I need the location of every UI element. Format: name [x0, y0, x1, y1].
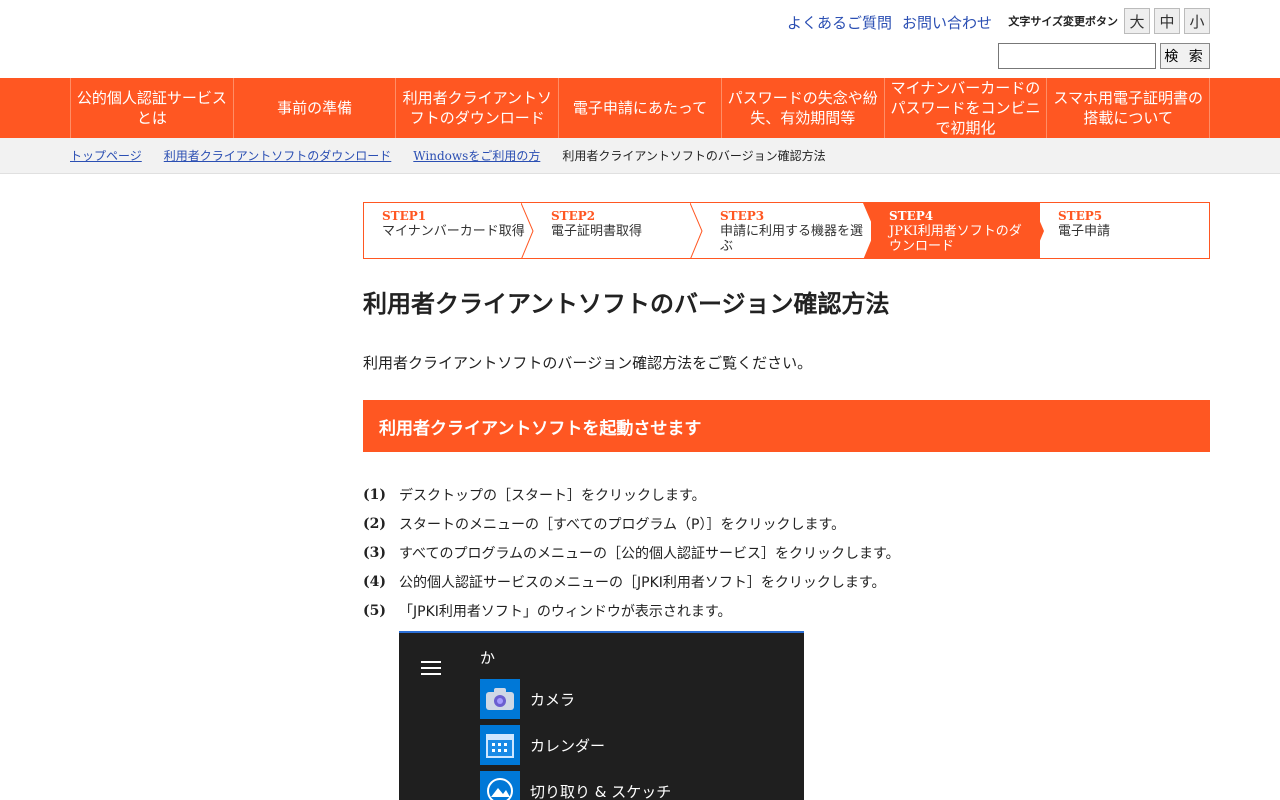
- step-number: STEP5: [1058, 209, 1103, 223]
- step-number: STEP2: [551, 209, 596, 223]
- font-size-label: 文字サイズ変更ボタン: [1008, 15, 1118, 28]
- page-title: 利用者クライアントソフトのバージョン確認方法: [363, 290, 890, 318]
- instruction-text: デスクトップの［スタート］をクリックします。: [399, 487, 706, 504]
- font-size-controls: 文字サイズ変更ボタン 大 中 小: [1008, 8, 1210, 34]
- search-button[interactable]: 検 索: [1160, 43, 1210, 69]
- font-size-medium-button[interactable]: 中: [1154, 8, 1180, 34]
- instruction-item: (5) 「JPKI利用者ソフト」のウィンドウが表示されます。: [363, 596, 900, 625]
- global-nav: 公的個人認証サービスとは 事前の準備 利用者クライアントソフトのダウンロード 電…: [0, 78, 1280, 138]
- step-5[interactable]: STEP5 電子申請: [1040, 203, 1209, 258]
- section-heading: 利用者クライアントソフトを起動させます: [363, 400, 1210, 452]
- app-entry-camera: カメラ: [480, 679, 575, 719]
- breadcrumb-windows[interactable]: Windowsをご利用の方: [413, 147, 540, 164]
- step-label: 電子申請: [1058, 224, 1111, 239]
- step-3[interactable]: STEP3 申請に利用する機器を選ぶ: [702, 203, 875, 258]
- step-indicator: STEP1 マイナンバーカード取得 STEP2 電子証明書取得 STEP3 申請…: [363, 202, 1210, 259]
- utility-links: よくあるご質問 お問い合わせ: [787, 12, 992, 33]
- snip-sketch-icon: [480, 771, 520, 800]
- nav-item-convenience-store[interactable]: マイナンバーカードのパスワードをコンビニで初期化: [883, 78, 1047, 138]
- step-number: STEP1: [382, 209, 427, 223]
- step-label: 電子証明書取得: [551, 224, 643, 239]
- nav-item-preparation[interactable]: 事前の準備: [232, 78, 396, 138]
- hamburger-menu-icon: [421, 661, 441, 679]
- search-input[interactable]: [998, 43, 1156, 69]
- breadcrumb-download[interactable]: 利用者クライアントソフトのダウンロード: [164, 147, 392, 164]
- calendar-icon: [480, 725, 520, 765]
- step-2[interactable]: STEP2 電子証明書取得: [533, 203, 703, 258]
- lead-text: 利用者クライアントソフトのバージョン確認方法をご覧ください。: [363, 354, 813, 372]
- instruction-number: (2): [363, 515, 386, 532]
- app-entry-calendar: カレンダー: [480, 725, 605, 765]
- step-number: STEP4: [889, 209, 934, 223]
- instruction-number: (1): [363, 486, 386, 503]
- instruction-text: 公的個人認証サービスのメニューの［JPKI利用者ソフト］をクリックします。: [399, 574, 886, 591]
- app-entry-snip-sketch: 切り取り & スケッチ: [480, 771, 671, 800]
- step-1[interactable]: STEP1 マイナンバーカード取得: [364, 203, 534, 258]
- instruction-list: (1) デスクトップの［スタート］をクリックします。 (2) スタートのメニューの［…: [363, 480, 900, 625]
- app-name: カレンダー: [530, 736, 606, 755]
- breadcrumb-current: 利用者クライアントソフトのバージョン確認方法: [562, 149, 826, 163]
- nav-item-about[interactable]: 公的個人認証サービスとは: [70, 78, 233, 138]
- app-name: 切り取り & スケッチ: [530, 782, 672, 800]
- step-label: マイナンバーカード取得: [382, 224, 525, 239]
- nav-item-password[interactable]: パスワードの失念や紛失、有効期間等: [720, 78, 884, 138]
- app-name: カメラ: [530, 690, 576, 709]
- breadcrumb-top[interactable]: トップページ: [70, 147, 142, 164]
- contact-link[interactable]: お問い合わせ: [902, 12, 992, 33]
- nav-item-smartphone[interactable]: スマホ用電子証明書の搭載について: [1046, 78, 1211, 138]
- nav-item-download[interactable]: 利用者クライアントソフトのダウンロード: [395, 78, 558, 138]
- instruction-text: スタートのメニューの［すべてのプログラム（P）］をクリックします。: [399, 516, 846, 533]
- font-size-large-button[interactable]: 大: [1124, 8, 1150, 34]
- step-label: 申請に利用する機器を選ぶ: [720, 224, 864, 254]
- step-label: JPKI利用者ソフトのダウンロード: [889, 224, 1022, 254]
- instruction-item: (1) デスクトップの［スタート］をクリックします。: [363, 480, 900, 509]
- camera-icon: [480, 679, 520, 719]
- instruction-number: (3): [363, 544, 386, 561]
- instruction-item: (3) すべてのプログラムのメニューの［公的個人認証サービス］をクリックします。: [363, 538, 900, 567]
- start-menu-screenshot: か カメラ カレンダー 切り取り & スケッチ: [399, 631, 804, 800]
- instruction-text: すべてのプログラムのメニューの［公的個人認証サービス］をクリックします。: [399, 545, 900, 562]
- instruction-number: (4): [363, 573, 386, 590]
- step-4[interactable]: STEP4 JPKI利用者ソフトのダウンロード: [871, 203, 1044, 258]
- app-group-letter: か: [480, 649, 496, 667]
- step-number: STEP3: [720, 209, 765, 223]
- search-form: 検 索: [998, 43, 1210, 69]
- instruction-number: (5): [363, 602, 386, 619]
- breadcrumb: トップページ 利用者クライアントソフトのダウンロード Windowsをご利用の方…: [0, 138, 1280, 174]
- instruction-item: (4) 公的個人認証サービスのメニューの［JPKI利用者ソフト］をクリックします。: [363, 567, 900, 596]
- instruction-item: (2) スタートのメニューの［すべてのプログラム（P）］をクリックします。: [363, 509, 900, 538]
- font-size-small-button[interactable]: 小: [1184, 8, 1210, 34]
- nav-item-e-application[interactable]: 電子申請にあたって: [558, 78, 721, 138]
- faq-link[interactable]: よくあるご質問: [787, 12, 892, 33]
- instruction-text: 「JPKI利用者ソフト」のウィンドウが表示されます。: [399, 603, 732, 620]
